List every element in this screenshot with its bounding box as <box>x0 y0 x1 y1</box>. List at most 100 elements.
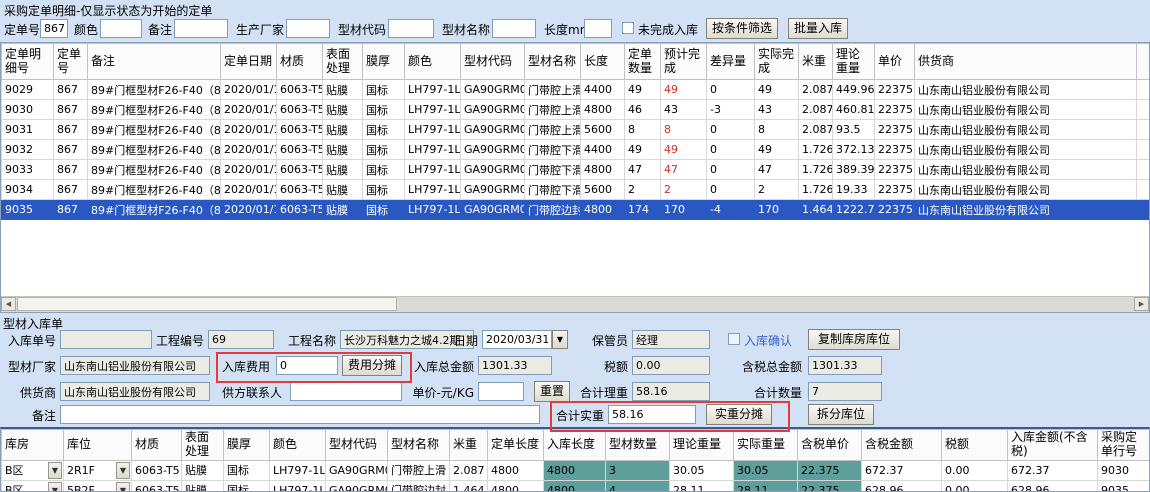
column-header[interactable]: 颜色 <box>270 430 326 461</box>
project-name-label: 工程名称 <box>282 332 336 349</box>
copy-location-button[interactable]: 复制库房库位 <box>808 329 900 350</box>
filter-order-no-input[interactable] <box>40 19 68 38</box>
column-header[interactable]: 库房 <box>2 430 64 461</box>
dropdown-arrow-icon[interactable]: ▼ <box>116 482 130 492</box>
filter-profile-name-input[interactable] <box>492 19 536 38</box>
column-header[interactable]: 入库长度 <box>544 430 606 461</box>
filter-profile-code-label: 型材代码 <box>338 21 386 38</box>
filter-remark-input[interactable] <box>174 19 228 38</box>
filter-profile-code-input[interactable] <box>388 19 434 38</box>
reset-button[interactable]: 重置 <box>534 381 570 402</box>
column-header[interactable]: 备注 <box>88 44 221 80</box>
column-header[interactable]: 型材名称 <box>388 430 450 461</box>
column-header[interactable]: 含税单价 <box>798 430 862 461</box>
factory-input[interactable] <box>60 356 210 375</box>
total-amount-input[interactable] <box>478 356 552 375</box>
order-row[interactable]: 903086789#门框型材F26-F40（866+867）2020/01/13… <box>2 100 1150 120</box>
column-header[interactable] <box>1137 44 1150 80</box>
column-header[interactable]: 理论重量 <box>833 44 875 80</box>
column-header[interactable]: 材质 <box>277 44 323 80</box>
actual-weight-attention-box <box>550 401 790 432</box>
column-header[interactable]: 型材代码 <box>461 44 525 80</box>
inbound-no-input[interactable] <box>60 330 152 349</box>
unfinished-inbound-checkbox[interactable] <box>622 22 634 34</box>
supplier-label: 供货商 <box>2 384 56 401</box>
column-header[interactable]: 供货商 <box>915 44 1137 80</box>
project-no-input[interactable] <box>208 330 274 349</box>
column-header[interactable]: 定单明细号 <box>2 44 54 80</box>
column-header[interactable]: 型材数量 <box>606 430 670 461</box>
scroll-right-icon[interactable]: ▶ <box>1134 297 1149 311</box>
inbound-confirm-label: 入库确认 <box>744 332 792 349</box>
inbound-row[interactable]: B区▼2R1F▼6063-T5贴膜国标LH797-1LL0GA90GRM03门带… <box>2 460 1150 480</box>
horizontal-scrollbar[interactable]: ◀ ▶ <box>1 296 1149 312</box>
note-input[interactable] <box>60 405 540 424</box>
column-header[interactable]: 表面处理 <box>323 44 363 80</box>
order-row[interactable]: 903286789#门框型材F26-F40（866+867）2020/01/13… <box>2 140 1150 160</box>
supplier-input[interactable] <box>60 382 210 401</box>
column-header[interactable]: 膜厚 <box>363 44 405 80</box>
order-row[interactable]: 902986789#门框型材F26-F40（866+867）2020/01/13… <box>2 80 1150 100</box>
unit-price-input[interactable] <box>478 382 524 401</box>
inbound-row[interactable]: B区▼5B2F▼6063-T5贴膜国标LH797-1LL0GA90GRM05门带… <box>2 480 1150 492</box>
column-header[interactable]: 预计完成 <box>661 44 707 80</box>
dropdown-arrow-icon[interactable]: ▼ <box>48 462 62 479</box>
column-header[interactable]: 实际完成 <box>755 44 799 80</box>
inbound-confirm-checkbox[interactable] <box>728 333 740 345</box>
filter-color-input[interactable] <box>100 19 142 38</box>
column-header[interactable]: 税额 <box>942 430 1008 461</box>
batch-inbound-button[interactable]: 批量入库 <box>788 18 848 39</box>
inbound-detail-grid: 库房库位材质表面处理膜厚颜色型材代码型材名称米重定单长度入库长度型材数量理论重量… <box>0 427 1150 492</box>
filter-manufacturer-input[interactable] <box>286 19 330 38</box>
date-input[interactable] <box>482 330 552 349</box>
total-theory-weight-input[interactable] <box>632 382 710 401</box>
order-row[interactable]: 903586789#门框型材F26-F40（866+867）2020/01/13… <box>2 200 1150 220</box>
column-header[interactable]: 实际重量 <box>734 430 798 461</box>
filter-remark-label: 备注 <box>148 21 172 38</box>
column-header[interactable]: 米重 <box>799 44 833 80</box>
filter-length-input[interactable] <box>584 19 612 38</box>
factory-label: 型材厂家 <box>2 358 56 375</box>
column-header[interactable]: 定单长度 <box>488 430 544 461</box>
column-header[interactable]: 型材代码 <box>326 430 388 461</box>
calendar-dropdown-icon[interactable]: ▼ <box>552 330 568 349</box>
keeper-input[interactable] <box>632 330 710 349</box>
order-row[interactable]: 903186789#门框型材F26-F40（866+867）2020/01/13… <box>2 120 1150 140</box>
column-header[interactable]: 颜色 <box>405 44 461 80</box>
column-header[interactable]: 定单日期 <box>221 44 277 80</box>
column-header[interactable]: 库位 <box>64 430 132 461</box>
total-qty-input[interactable] <box>808 382 882 401</box>
column-header[interactable]: 型材名称 <box>525 44 581 80</box>
page-title: 采购定单明细-仅显示状态为开始的定单 <box>4 2 212 19</box>
column-header[interactable]: 理论重量 <box>670 430 734 461</box>
split-location-button[interactable]: 拆分库位 <box>808 404 874 425</box>
unit-price-label: 单价-元/KG <box>408 384 474 401</box>
scroll-left-icon[interactable]: ◀ <box>1 297 16 311</box>
filter-bar: 定单号 颜色 备注 生产厂家 型材代码 型材名称 长度mm 未完成入库 按条件筛… <box>0 18 1150 42</box>
column-header[interactable]: 差异量 <box>707 44 755 80</box>
column-header[interactable]: 采购定单行号 <box>1098 430 1150 461</box>
column-header[interactable]: 定单数量 <box>625 44 661 80</box>
column-header[interactable]: 表面处理 <box>182 430 224 461</box>
column-header[interactable]: 膜厚 <box>224 430 270 461</box>
column-header[interactable]: 含税金额 <box>862 430 942 461</box>
inbound-form-row2: 型材厂家 入库费用 费用分摊 入库总金额 税额 含税总金额 <box>0 355 1150 379</box>
scrollbar-thumb[interactable] <box>17 297 397 311</box>
supplier-contact-input[interactable] <box>290 382 402 401</box>
column-header[interactable]: 材质 <box>132 430 182 461</box>
column-header[interactable]: 定单号 <box>54 44 88 80</box>
project-no-label: 工程编号 <box>152 332 204 349</box>
column-header[interactable]: 单价 <box>875 44 915 80</box>
dropdown-arrow-icon[interactable]: ▼ <box>48 482 62 492</box>
total-with-tax-label: 含税总金额 <box>728 358 802 375</box>
column-header[interactable]: 米重 <box>450 430 488 461</box>
filter-by-condition-button[interactable]: 按条件筛选 <box>706 18 778 39</box>
column-header[interactable]: 入库金额(不含税) <box>1008 430 1098 461</box>
order-row[interactable]: 903486789#门框型材F26-F40（866+867）2020/01/13… <box>2 180 1150 200</box>
dropdown-arrow-icon[interactable]: ▼ <box>116 462 130 479</box>
column-header[interactable]: 长度 <box>581 44 625 80</box>
order-row[interactable]: 903386789#门框型材F26-F40（866+867）2020/01/13… <box>2 160 1150 180</box>
total-with-tax-input[interactable] <box>808 356 882 375</box>
tax-input[interactable] <box>632 356 710 375</box>
purchase-inbound-window: 采购定单明细-仅显示状态为开始的定单 定单号 颜色 备注 生产厂家 型材代码 型… <box>0 0 1150 492</box>
